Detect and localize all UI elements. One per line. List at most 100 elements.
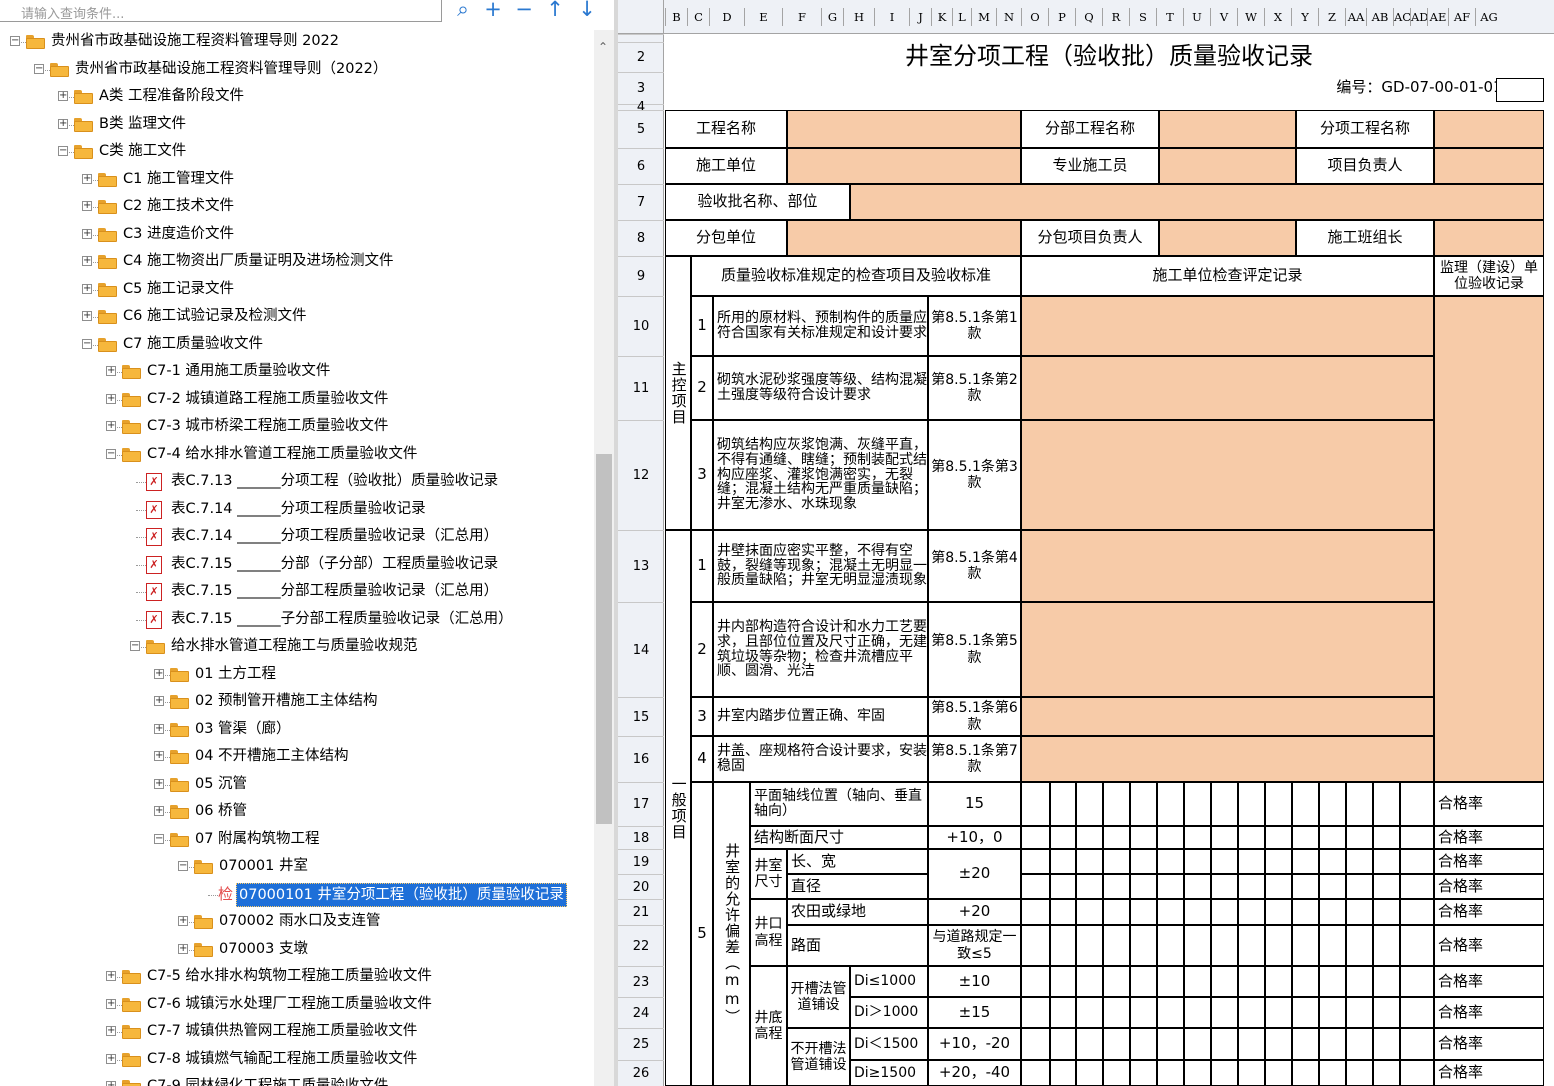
column-header[interactable]: U (1183, 8, 1210, 26)
measurement-cell[interactable] (1211, 849, 1238, 874)
collapse-icon[interactable]: − (58, 146, 68, 156)
measurement-cell[interactable] (1400, 1028, 1434, 1060)
column-header[interactable]: E (744, 8, 782, 26)
measurement-cell[interactable] (1021, 925, 1050, 966)
measurement-cell[interactable] (1184, 826, 1211, 849)
row-header[interactable]: 17 (618, 782, 664, 826)
measurement-cell[interactable] (1050, 899, 1076, 925)
measurement-cell[interactable] (1319, 925, 1346, 966)
measurement-cell[interactable] (1157, 826, 1184, 849)
sub-item-input[interactable] (1434, 110, 1544, 148)
tree-item[interactable]: + C1 施工管理文件 (0, 166, 594, 193)
measurement-cell[interactable] (1400, 925, 1434, 966)
measurement-cell[interactable] (1265, 1028, 1292, 1060)
check-record-input[interactable] (1021, 296, 1434, 356)
column-header[interactable]: C (687, 8, 709, 26)
row-header[interactable]: 5 (618, 110, 664, 148)
measurement-cell[interactable] (1184, 966, 1211, 997)
expand-icon[interactable]: + (106, 1054, 116, 1064)
measurement-cell[interactable] (1292, 874, 1319, 899)
column-header[interactable]: J (909, 8, 931, 26)
expand-icon[interactable]: + (106, 971, 116, 981)
code-input[interactable] (1496, 78, 1544, 102)
measurement-cell[interactable] (1130, 782, 1157, 826)
measurement-cell[interactable] (1292, 782, 1319, 826)
measurement-cell[interactable] (1050, 1028, 1076, 1060)
expand-icon[interactable]: + (82, 311, 92, 321)
measurement-cell[interactable] (1400, 997, 1434, 1028)
measurement-cell[interactable] (1130, 874, 1157, 899)
measurement-cell[interactable] (1238, 966, 1265, 997)
measurement-cell[interactable] (1373, 1028, 1400, 1060)
measurement-cell[interactable] (1292, 849, 1319, 874)
measurement-cell[interactable] (1130, 1028, 1157, 1060)
measurement-cell[interactable] (1292, 826, 1319, 849)
measurement-cell[interactable] (1076, 782, 1103, 826)
expand-icon[interactable]: + (82, 201, 92, 211)
measurement-cell[interactable] (1130, 925, 1157, 966)
tree-item[interactable]: ✗ 表C.7.13 ______分项工程（验收批）质量验收记录 (0, 468, 594, 495)
measurement-cell[interactable] (1292, 1028, 1319, 1060)
tree-item[interactable]: + B类 监理文件 (0, 111, 594, 138)
column-header[interactable]: AD (1410, 8, 1429, 26)
expand-icon[interactable]: + (154, 669, 164, 679)
measurement-cell[interactable] (1211, 1060, 1238, 1086)
measurement-cell[interactable] (1373, 826, 1400, 849)
measurement-cell[interactable] (1103, 1028, 1130, 1060)
project-name-input[interactable] (787, 110, 1021, 148)
tree-item[interactable]: ✗ 表C.7.15 ______子分部工程质量验收记录（汇总用） (0, 606, 594, 633)
tree-item[interactable]: +070003 支墩 (0, 936, 594, 963)
select-all-corner[interactable] (618, 0, 664, 34)
measurement-cell[interactable] (1265, 826, 1292, 849)
search-input[interactable]: 请输入查询条件... (0, 0, 442, 22)
sub-division-input[interactable] (1159, 110, 1296, 148)
expand-icon[interactable]: + (154, 751, 164, 761)
measurement-cell[interactable] (1319, 782, 1346, 826)
row-header[interactable]: 15 (618, 697, 664, 736)
tree-item[interactable]: +03 管渠（廊） (0, 716, 594, 743)
expand-icon[interactable]: + (106, 1081, 116, 1086)
manager-input[interactable] (1434, 148, 1544, 184)
column-header[interactable]: AA (1345, 8, 1366, 26)
measurement-cell[interactable] (1346, 1028, 1373, 1060)
measurement-cell[interactable] (1103, 997, 1130, 1028)
plus-icon[interactable]: + (481, 0, 505, 22)
measurement-cell[interactable] (1265, 874, 1292, 899)
column-header[interactable]: AB (1366, 8, 1393, 26)
measurement-cell[interactable] (1292, 899, 1319, 925)
measurement-cell[interactable] (1103, 826, 1130, 849)
row-header[interactable]: 6 (618, 148, 664, 184)
measurement-cell[interactable] (1292, 1060, 1319, 1086)
subcontractor-input[interactable] (787, 220, 1021, 256)
tree-item[interactable]: − 给水排水管道工程施工与质量验收规范 (0, 633, 594, 660)
tree-view[interactable]: − 贵州省市政基础设施工程资料管理导则 2022 − 贵州省市政基础设施工程资料管理导… (0, 0, 594, 1086)
specialist-input[interactable] (1159, 148, 1296, 184)
measurement-cell[interactable] (1319, 1060, 1346, 1086)
measurement-cell[interactable] (1265, 849, 1292, 874)
tree-item[interactable]: − C类 施工文件 (0, 138, 594, 165)
column-header[interactable]: Z (1318, 8, 1345, 26)
arrow-down-icon[interactable]: ↓ (575, 0, 599, 22)
measurement-cell[interactable] (1103, 899, 1130, 925)
measurement-cell[interactable] (1184, 849, 1211, 874)
collapse-icon[interactable]: − (34, 64, 44, 74)
expand-icon[interactable]: + (106, 999, 116, 1009)
tree-item[interactable]: +06 桥管 (0, 798, 594, 825)
column-header[interactable]: AG (1475, 8, 1502, 26)
check-record-input[interactable] (1021, 602, 1434, 697)
measurement-cell[interactable] (1238, 849, 1265, 874)
measurement-cell[interactable] (1238, 899, 1265, 925)
measurement-cell[interactable] (1211, 925, 1238, 966)
tree-item[interactable]: ✗ 表C.7.14 ______分项工程质量验收记录（汇总用） (0, 523, 594, 550)
measurement-cell[interactable] (1021, 899, 1050, 925)
measurement-cell[interactable] (1238, 925, 1265, 966)
measurement-cell[interactable] (1103, 782, 1130, 826)
measurement-cell[interactable] (1130, 899, 1157, 925)
measurement-cell[interactable] (1265, 925, 1292, 966)
arrow-up-icon[interactable]: ↑ (543, 0, 567, 22)
measurement-cell[interactable] (1373, 925, 1400, 966)
column-header[interactable]: B (665, 8, 687, 26)
measurement-cell[interactable] (1130, 826, 1157, 849)
tree-item[interactable]: − 贵州省市政基础设施工程资料管理导则 2022 (0, 28, 594, 55)
measurement-cell[interactable] (1184, 1060, 1211, 1086)
